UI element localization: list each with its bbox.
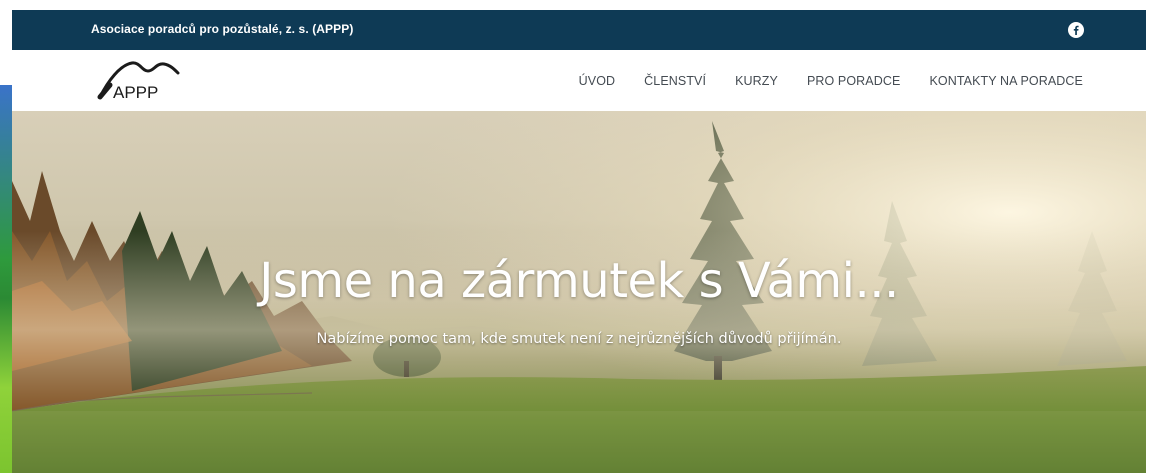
facebook-icon[interactable] — [1068, 22, 1084, 38]
top-bar: Asociace poradců pro pozůstalé, z. s. (A… — [12, 10, 1146, 50]
desktop-background — [0, 85, 12, 473]
hero-subtitle: Nabízíme pomoc tam, kde smutek není z ne… — [316, 331, 842, 347]
hero-banner: Jsme na zármutek s Vámi... Nabízíme pomo… — [12, 111, 1146, 473]
nav-item-clenstvi[interactable]: ČLENSTVÍ — [644, 74, 706, 88]
appp-logo[interactable]: APPP — [94, 55, 194, 103]
logo-text: APPP — [113, 83, 158, 102]
nav-item-uvod[interactable]: ÚVOD — [579, 74, 616, 88]
nav-item-pro-poradce[interactable]: PRO PORADCE — [807, 74, 900, 88]
main-menu: ÚVOD ČLENSTVÍ KURZY PRO PORADCE KONTAKTY… — [579, 74, 1083, 88]
hero-title: Jsme na zármutek s Vámi... — [259, 253, 899, 309]
nav-item-kontakty-na-poradce[interactable]: KONTAKTY NA PORADCE — [929, 74, 1083, 88]
navigation-bar: APPP ÚVOD ČLENSTVÍ KURZY PRO PORADCE KON… — [12, 50, 1146, 111]
organization-name: Asociace poradců pro pozůstalé, z. s. (A… — [91, 22, 354, 36]
nav-item-kurzy[interactable]: KURZY — [735, 74, 778, 88]
desktop-background-right — [1146, 48, 1158, 473]
browser-top-strip — [0, 0, 1158, 10]
